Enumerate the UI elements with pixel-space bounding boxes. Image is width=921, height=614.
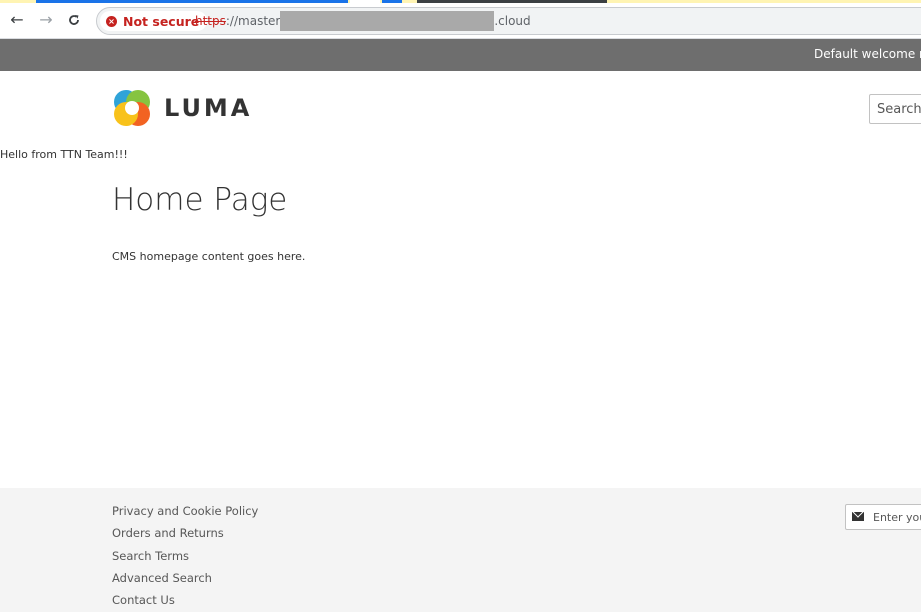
footer-link-privacy[interactable]: Privacy and Cookie Policy: [112, 503, 258, 525]
panel-header: Default welcome ms: [0, 39, 921, 71]
footer-link-contact[interactable]: Contact Us: [112, 592, 258, 614]
url-scheme: https: [195, 14, 226, 28]
cms-content: CMS homepage content goes here.: [112, 250, 306, 263]
footer-link-search-terms[interactable]: Search Terms: [112, 548, 258, 570]
arrow-left-icon: ←: [10, 10, 24, 29]
search-input[interactable]: [870, 95, 921, 123]
footer-link-orders-returns[interactable]: Orders and Returns: [112, 525, 258, 547]
newsletter-field[interactable]: [845, 504, 921, 530]
page-footer: Privacy and Cookie Policy Orders and Ret…: [0, 488, 921, 612]
welcome-message: Default welcome ms: [814, 47, 921, 61]
footer-links: Privacy and Cookie Policy Orders and Ret…: [112, 503, 258, 614]
search-box[interactable]: [869, 94, 921, 124]
url-host-start: ://master: [225, 14, 281, 28]
newsletter-email-input[interactable]: [873, 505, 921, 529]
address-bar[interactable]: × Not secure https://master .cloud: [96, 7, 921, 35]
envelope-icon: [852, 512, 864, 521]
reload-icon: [69, 15, 79, 25]
browser-toolbar: ← → × Not secure https://master .cloud: [0, 3, 921, 39]
arrow-right-icon: →: [39, 10, 53, 29]
url-host-end: .cloud: [494, 14, 531, 28]
greeting-text: Hello from TTN Team!!!: [0, 148, 128, 161]
forward-button[interactable]: →: [34, 8, 58, 32]
security-label: Not secure: [123, 13, 200, 29]
luma-logo-icon: [114, 90, 150, 126]
reload-button[interactable]: [62, 8, 86, 32]
back-button[interactable]: ←: [5, 8, 29, 32]
footer-link-advanced-search[interactable]: Advanced Search: [112, 570, 258, 592]
url-text[interactable]: https://master .cloud: [195, 8, 531, 34]
page-title: Home Page: [112, 182, 288, 218]
security-chip[interactable]: × Not secure: [100, 11, 208, 31]
url-redacted-block: [280, 10, 495, 31]
logo-text: LUMA: [164, 94, 253, 122]
error-circle-icon: ×: [106, 15, 117, 27]
store-logo[interactable]: LUMA: [112, 88, 252, 130]
